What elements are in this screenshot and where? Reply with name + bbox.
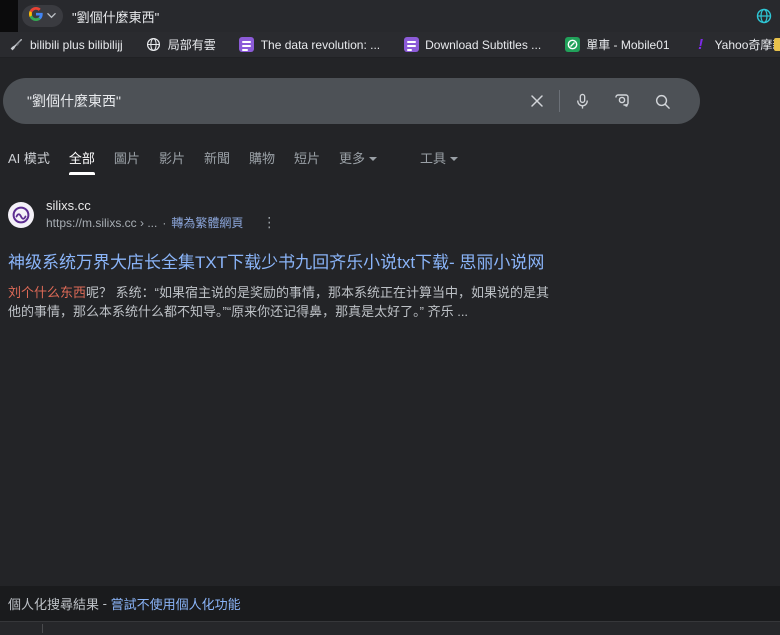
site-url: https://m.silixs.cc › ...: [46, 215, 158, 230]
search-divider: [559, 90, 560, 112]
result-title-link[interactable]: 神级系统万界大店长全集TXT下载少书九回齐乐小说txt下载- 思丽小说网: [8, 248, 568, 273]
window-edge: [0, 0, 18, 32]
purple-list-icon: [239, 37, 255, 53]
browser-window: "劉個什麼東西" bilibili plus bilibilijj 局部有雲 T…: [0, 0, 780, 635]
search-icon[interactable]: [642, 81, 682, 121]
tab-tools[interactable]: 工具: [420, 140, 459, 179]
search-input[interactable]: "劉個什麼東西": [27, 91, 517, 111]
bookmark-bilibili[interactable]: bilibili plus bilibilijj: [8, 37, 123, 53]
green-clock-icon: [564, 37, 580, 53]
globe-extension-icon[interactable]: [756, 8, 772, 24]
result-filter-tabs: AI 模式 全部 圖片 影片 新聞 購物 短片 更多 工具: [8, 140, 477, 179]
clear-icon[interactable]: [517, 81, 557, 121]
tab-more[interactable]: 更多: [339, 140, 378, 179]
bookmark-download-subtitles[interactable]: Download Subtitles ...: [403, 37, 541, 53]
snippet-text: 呢？ 系统：“如果宿主说的是奖励的事情，那本系统正在计算当中，如果说的是其他的事…: [8, 284, 549, 320]
personalization-footer: 個人化搜尋結果 - 嘗試不使用個人化功能: [0, 586, 780, 621]
bookmarks-bar: bilibili plus bilibilijj 局部有雲 The data r…: [0, 32, 780, 58]
snippet-highlight: 刘个什么东西: [8, 284, 87, 300]
result-options-icon[interactable]: ⋮: [262, 214, 277, 232]
tab-news[interactable]: 新聞: [204, 140, 230, 179]
personalization-text: 個人化搜尋結果: [8, 597, 100, 612]
brush-icon: [8, 37, 24, 53]
search-engine-chip[interactable]: [22, 5, 63, 27]
bookmark-label: 局部有雲: [167, 38, 216, 52]
purple-list-icon: [403, 37, 419, 53]
bookmark-label: Download Subtitles ...: [425, 37, 542, 52]
result-snippet: 刘个什么东西呢？ 系统：“如果宿主说的是奖励的事情，那本系统正在计算当中，如果说…: [8, 283, 560, 322]
chevron-down-icon: [369, 156, 378, 161]
yahoo-bang-icon: !: [698, 36, 704, 53]
bookmark-yahoo-news[interactable]: ! Yahoo奇摩新聞: [693, 36, 780, 53]
tab-videos[interactable]: 影片: [159, 140, 185, 179]
omnibox-query[interactable]: "劉個什麼東西": [72, 0, 159, 32]
result-source[interactable]: silixs.cc https://m.silixs.cc › ... · 轉為…: [8, 198, 568, 232]
translate-page-link[interactable]: 轉為繁體網頁: [171, 216, 243, 231]
search-box[interactable]: "劉個什麼東西": [3, 78, 700, 124]
bookmark-label: 單車 - Mobile01: [586, 38, 670, 52]
search-results-page: "劉個什麼東西" AI 模式 全部 圖片 影片 新聞 購物 短片 更多 工具 s…: [0, 58, 780, 635]
google-logo-icon: [29, 6, 43, 26]
address-bar[interactable]: "劉個什麼東西": [0, 0, 780, 32]
bookmark-mobile01[interactable]: 單車 - Mobile01: [564, 36, 670, 53]
bookmark-label: The data revolution: ...: [260, 37, 381, 52]
bottom-scrollbar-strip[interactable]: [0, 621, 780, 635]
lens-camera-icon[interactable]: [602, 81, 642, 121]
tab-tools-label: 工具: [420, 151, 447, 166]
tab-all[interactable]: 全部: [68, 140, 95, 179]
search-result: silixs.cc https://m.silixs.cc › ... · 轉為…: [8, 198, 568, 322]
bookmark-overflow-sliver[interactable]: [774, 38, 780, 51]
try-without-personalization-link[interactable]: 嘗試不使用個人化功能: [111, 594, 241, 613]
tab-images[interactable]: 圖片: [114, 140, 140, 179]
bookmark-data-revolution[interactable]: The data revolution: ...: [239, 37, 380, 53]
microphone-icon[interactable]: [562, 81, 602, 121]
tab-more-label: 更多: [339, 151, 366, 166]
site-name: silixs.cc: [46, 198, 91, 213]
chevron-down-icon: [47, 7, 56, 25]
globe-wire-icon: [146, 37, 162, 53]
scrollbar-tick: [42, 624, 43, 633]
bookmark-label: Yahoo奇摩新聞: [714, 38, 780, 52]
tab-shopping[interactable]: 購物: [249, 140, 275, 179]
tab-shorts[interactable]: 短片: [294, 140, 320, 179]
bookmark-label: bilibili plus bilibilijj: [30, 37, 123, 52]
chevron-down-icon: [450, 156, 459, 161]
url-separator: ·: [162, 215, 167, 230]
footer-separator: -: [99, 596, 111, 611]
site-favicon: [8, 201, 34, 228]
bookmark-weather[interactable]: 局部有雲: [146, 36, 216, 53]
tab-ai-mode[interactable]: AI 模式: [8, 140, 50, 179]
